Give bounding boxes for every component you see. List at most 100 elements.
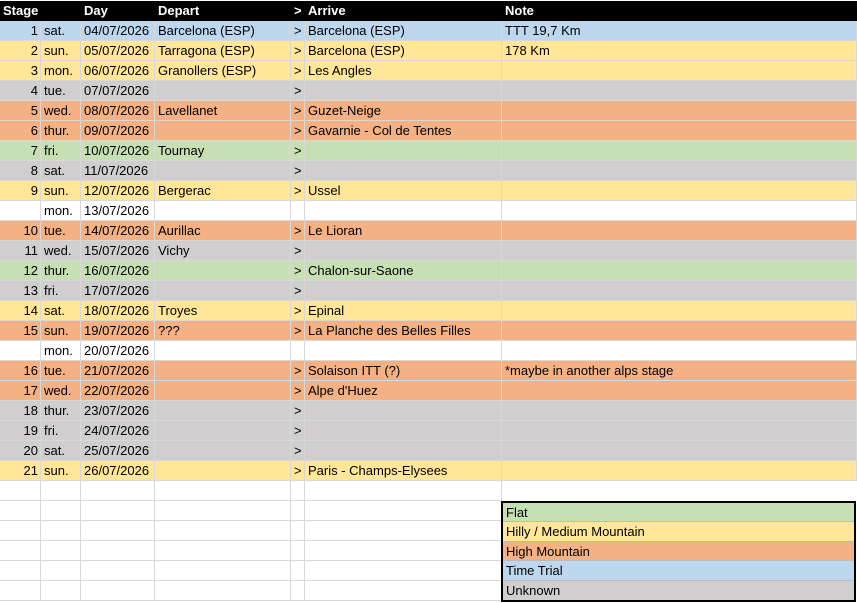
cell-note[interactable]	[502, 221, 857, 241]
cell-arrow[interactable]: >	[291, 61, 305, 81]
cell-depart[interactable]: Tournay	[155, 141, 291, 161]
cell-depart[interactable]: Granollers (ESP)	[155, 61, 291, 81]
cell-note[interactable]	[502, 301, 857, 321]
cell-depart[interactable]: ???	[155, 321, 291, 341]
cell-stage[interactable]: 21	[0, 461, 41, 481]
empty-cell[interactable]	[81, 481, 155, 501]
cell-arrive[interactable]: Paris - Champs-Elysees	[305, 461, 502, 481]
cell-dow[interactable]: sat.	[41, 161, 81, 181]
empty-cell[interactable]	[155, 501, 291, 521]
cell-date[interactable]: 13/07/2026	[81, 201, 155, 221]
empty-cell[interactable]	[0, 481, 41, 501]
empty-cell[interactable]	[305, 541, 502, 561]
empty-cell[interactable]	[81, 581, 155, 601]
cell-arrow[interactable]: >	[291, 381, 305, 401]
cell-stage[interactable]: 10	[0, 221, 41, 241]
cell-dow[interactable]: mon.	[41, 201, 81, 221]
empty-cell[interactable]	[0, 501, 41, 521]
cell-arrive[interactable]: Barcelona (ESP)	[305, 41, 502, 61]
empty-cell[interactable]	[0, 561, 41, 581]
cell-dow[interactable]: thur.	[41, 261, 81, 281]
empty-cell[interactable]	[0, 581, 41, 601]
cell-depart[interactable]	[155, 121, 291, 141]
empty-cell[interactable]	[291, 561, 305, 581]
cell-date[interactable]: 17/07/2026	[81, 281, 155, 301]
cell-date[interactable]: 18/07/2026	[81, 301, 155, 321]
cell-depart[interactable]	[155, 201, 291, 221]
cell-dow[interactable]: mon.	[41, 341, 81, 361]
cell-note[interactable]	[502, 121, 857, 141]
cell-arrow[interactable]: >	[291, 181, 305, 201]
cell-arrow[interactable]	[291, 201, 305, 221]
cell-arrow[interactable]: >	[291, 41, 305, 61]
cell-date[interactable]: 11/07/2026	[81, 161, 155, 181]
cell-note[interactable]	[502, 101, 857, 121]
cell-dow[interactable]: sun.	[41, 321, 81, 341]
cell-arrive[interactable]	[305, 401, 502, 421]
cell-arrive[interactable]: Barcelona (ESP)	[305, 21, 502, 41]
cell-depart[interactable]: Tarragona (ESP)	[155, 41, 291, 61]
cell-date[interactable]: 24/07/2026	[81, 421, 155, 441]
cell-dow[interactable]: wed.	[41, 381, 81, 401]
cell-note[interactable]	[502, 441, 857, 461]
cell-date[interactable]: 26/07/2026	[81, 461, 155, 481]
empty-cell[interactable]	[305, 481, 502, 501]
cell-note[interactable]	[502, 421, 857, 441]
cell-note[interactable]	[502, 161, 857, 181]
cell-arrive[interactable]: Le Lioran	[305, 221, 502, 241]
cell-depart[interactable]	[155, 401, 291, 421]
cell-arrow[interactable]: >	[291, 241, 305, 261]
cell-arrow[interactable]: >	[291, 461, 305, 481]
header-depart[interactable]: Depart	[155, 1, 291, 21]
cell-arrive[interactable]: Gavarnie - Col de Tentes	[305, 121, 502, 141]
empty-cell[interactable]	[41, 521, 81, 541]
empty-cell[interactable]	[155, 521, 291, 541]
empty-cell[interactable]	[41, 481, 81, 501]
cell-note[interactable]	[502, 461, 857, 481]
cell-date[interactable]: 09/07/2026	[81, 121, 155, 141]
empty-cell[interactable]	[41, 581, 81, 601]
cell-arrow[interactable]: >	[291, 121, 305, 141]
empty-cell[interactable]	[0, 521, 41, 541]
cell-stage[interactable]: 5	[0, 101, 41, 121]
cell-arrow[interactable]: >	[291, 221, 305, 241]
cell-arrive[interactable]: Guzet-Neige	[305, 101, 502, 121]
cell-arrow[interactable]: >	[291, 101, 305, 121]
cell-depart[interactable]	[155, 461, 291, 481]
cell-stage[interactable]: 11	[0, 241, 41, 261]
cell-dow[interactable]: sun.	[41, 461, 81, 481]
cell-note[interactable]: *maybe in another alps stage	[502, 361, 857, 381]
cell-depart[interactable]: Troyes	[155, 301, 291, 321]
cell-date[interactable]: 20/07/2026	[81, 341, 155, 361]
cell-date[interactable]: 23/07/2026	[81, 401, 155, 421]
cell-date[interactable]: 16/07/2026	[81, 261, 155, 281]
empty-cell[interactable]	[155, 561, 291, 581]
empty-cell[interactable]	[41, 501, 81, 521]
empty-cell[interactable]	[81, 501, 155, 521]
empty-cell[interactable]	[291, 521, 305, 541]
cell-arrow[interactable]: >	[291, 281, 305, 301]
cell-stage[interactable]: 7	[0, 141, 41, 161]
cell-dow[interactable]: fri.	[41, 281, 81, 301]
cell-arrive[interactable]: Chalon-sur-Saone	[305, 261, 502, 281]
cell-depart[interactable]	[155, 161, 291, 181]
cell-stage[interactable]: 18	[0, 401, 41, 421]
cell-arrow[interactable]: >	[291, 301, 305, 321]
cell-date[interactable]: 08/07/2026	[81, 101, 155, 121]
empty-cell[interactable]	[41, 561, 81, 581]
cell-date[interactable]: 25/07/2026	[81, 441, 155, 461]
cell-note[interactable]: 178 Km	[502, 41, 857, 61]
empty-cell[interactable]	[0, 541, 41, 561]
cell-stage[interactable]: 3	[0, 61, 41, 81]
cell-stage[interactable]: 16	[0, 361, 41, 381]
empty-cell[interactable]	[291, 581, 305, 601]
cell-arrow[interactable]: >	[291, 321, 305, 341]
cell-arrow[interactable]: >	[291, 141, 305, 161]
cell-depart[interactable]: Barcelona (ESP)	[155, 21, 291, 41]
empty-cell[interactable]	[155, 481, 291, 501]
cell-arrive[interactable]	[305, 161, 502, 181]
cell-dow[interactable]: wed.	[41, 101, 81, 121]
empty-cell[interactable]	[305, 561, 502, 581]
empty-cell[interactable]	[291, 501, 305, 521]
cell-stage[interactable]: 8	[0, 161, 41, 181]
